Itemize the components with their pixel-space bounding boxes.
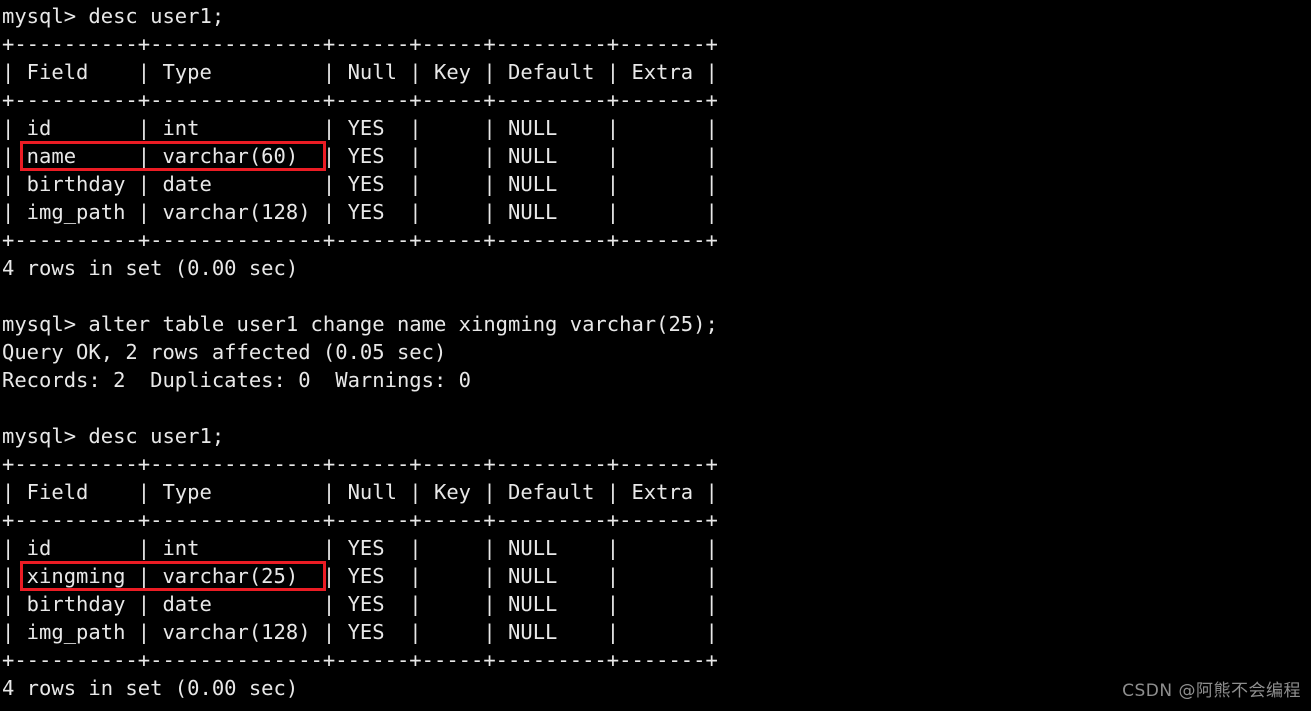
terminal-line: | birthday | date | YES | | NULL | | (2, 172, 718, 196)
terminal-output-area[interactable]: mysql> desc user1; +----------+----------… (0, 0, 1311, 711)
terminal-line: | id | int | YES | | NULL | | (2, 536, 718, 560)
terminal-line: | Field | Type | Null | Key | Default | … (2, 60, 718, 84)
terminal-line: +----------+--------------+------+-----+… (2, 32, 718, 56)
terminal-line: +----------+--------------+------+-----+… (2, 648, 718, 672)
terminal-line: mysql> desc user1; (2, 4, 225, 28)
terminal-line: +----------+--------------+------+-----+… (2, 228, 718, 252)
terminal-line: | xingming | varchar(25) | YES | | NULL … (2, 564, 718, 588)
terminal-line: Records: 2 Duplicates: 0 Warnings: 0 (2, 368, 471, 392)
terminal-line: 4 rows in set (0.00 sec) (2, 256, 299, 280)
terminal-line: mysql> desc user1; (2, 424, 225, 448)
terminal-line: | id | int | YES | | NULL | | (2, 116, 718, 140)
terminal-lines: mysql> desc user1; +----------+----------… (2, 2, 1311, 702)
terminal-line: | birthday | date | YES | | NULL | | (2, 592, 718, 616)
terminal-line: mysql> alter table user1 change name xin… (2, 312, 718, 336)
terminal-line: | Field | Type | Null | Key | Default | … (2, 480, 718, 504)
terminal-line: | img_path | varchar(128) | YES | | NULL… (2, 200, 718, 224)
watermark-text: CSDN @阿熊不会编程 (1122, 681, 1301, 701)
terminal-line: | img_path | varchar(128) | YES | | NULL… (2, 620, 718, 644)
terminal-line: Query OK, 2 rows affected (0.05 sec) (2, 340, 447, 364)
terminal-line: +----------+--------------+------+-----+… (2, 508, 718, 532)
terminal-line: 4 rows in set (0.00 sec) (2, 676, 299, 700)
terminal-line: +----------+--------------+------+-----+… (2, 452, 718, 476)
terminal-line: +----------+--------------+------+-----+… (2, 88, 718, 112)
terminal-line: | name | varchar(60) | YES | | NULL | | (2, 144, 718, 168)
